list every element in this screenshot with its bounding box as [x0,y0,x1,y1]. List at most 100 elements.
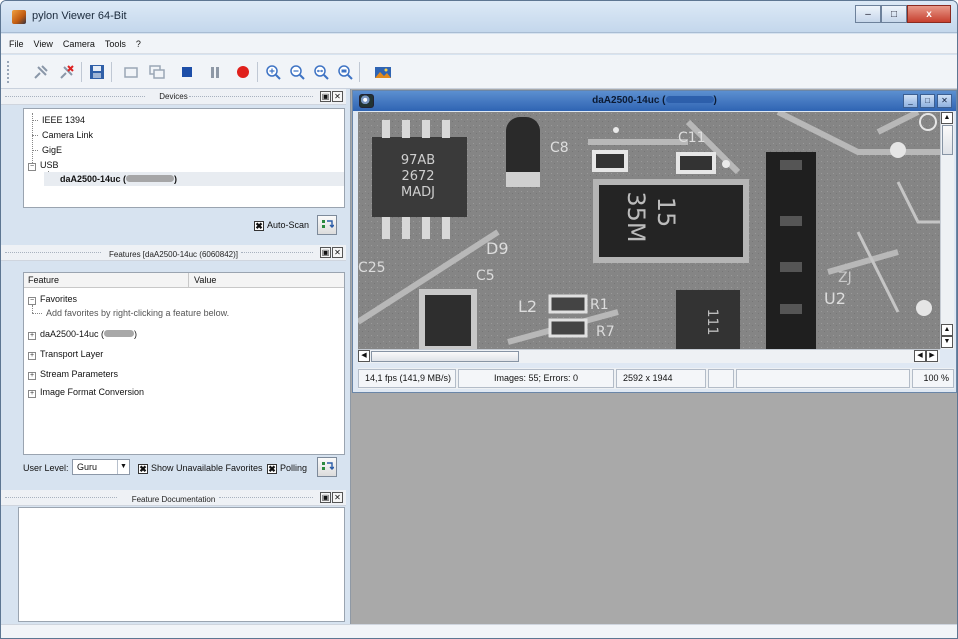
features-title: Features [daA2500-14uc (6060842)] [109,250,238,259]
image-title-prefix: daA2500-14uc ( [592,95,666,106]
image-vertical-scrollbar[interactable]: ▲ ▲ ▼ [940,112,954,349]
device-item-gige[interactable]: GigE [42,145,62,155]
device-item-usb[interactable]: − USB [28,160,59,171]
zoom-out-icon[interactable] [287,62,307,82]
image-window-icon[interactable] [373,62,393,82]
feature-group-stream-parameters[interactable]: + Stream Parameters [28,369,118,380]
auto-scan-checkbox[interactable]: ✖ Auto-Scan [254,220,309,231]
stream-parameters-label: Stream Parameters [40,369,119,379]
svg-text:97AB: 97AB [401,153,435,168]
zoom-status: 100 % [912,369,954,388]
device-item-camera[interactable]: daA2500-14uc () [60,174,177,184]
toolbar-grip[interactable] [7,61,11,83]
feature-tree-header: Feature Value [24,273,344,288]
feature-group-camera[interactable]: + daA2500-14uc () [28,329,137,340]
refresh-icon [322,462,334,470]
user-level-label: User Level: [23,463,69,473]
column-divider[interactable] [188,273,189,288]
scroll-up-icon[interactable]: ▲ [941,112,953,124]
polling-label: Polling [280,463,308,473]
menu-camera[interactable]: Camera [63,39,95,49]
devices-panel-title[interactable]: Devices ▣ ✕ [1,89,346,105]
tree-connector [32,305,33,313]
panel-buttons: ▣ ✕ [319,91,343,102]
close-panel-icon[interactable]: ✕ [332,91,343,102]
favorites-label: Favorites [40,294,78,304]
transport-layer-label: Transport Layer [40,349,104,359]
refresh-features-button[interactable] [317,457,337,477]
feature-group-transport-layer[interactable]: + Transport Layer [28,349,103,360]
scroll-right-icon[interactable]: ▶ [926,350,938,362]
connect-device-icon[interactable] [31,62,51,82]
continuous-shot-icon[interactable] [147,62,167,82]
main-status-bar [1,624,957,638]
record-icon[interactable] [233,62,253,82]
save-icon[interactable] [87,62,107,82]
camera-image[interactable]: 97AB 2672 MADJ C8 C11 15 35M D9 C25 C5 L… [358,112,940,349]
tree-connector [32,150,38,151]
minimize-button[interactable]: – [855,5,881,23]
device-item-camera-link[interactable]: Camera Link [42,130,93,140]
expand-icon[interactable]: + [28,352,36,360]
image-horizontal-scrollbar[interactable]: ◀ ◀ ▶ [358,349,940,363]
menu-file[interactable]: File [9,39,24,49]
expand-icon[interactable]: + [28,372,36,380]
menu-view[interactable]: View [34,39,53,49]
close-button[interactable]: x [907,5,951,23]
collapse-icon[interactable]: − [28,163,36,171]
expand-icon[interactable]: + [28,332,36,340]
image-close-button[interactable]: ✕ [937,94,952,108]
column-value[interactable]: Value [194,275,216,285]
svg-text:111: 111 [704,309,720,336]
scroll-down-icon[interactable]: ▼ [941,336,953,348]
resolution-status: 2592 x 1944 [616,369,706,388]
scroll-up-icon[interactable]: ▲ [941,324,953,336]
disconnect-device-icon[interactable] [57,62,77,82]
collapse-icon[interactable]: − [28,297,36,305]
horizontal-scroll-thumb[interactable] [371,351,519,362]
feature-group-image-format[interactable]: + Image Format Conversion [28,387,144,398]
float-panel-icon[interactable]: ▣ [320,492,331,503]
show-unavailable-checkbox[interactable]: ✖ Show Unavailable Favorites [138,463,263,474]
column-feature[interactable]: Feature [28,275,59,285]
vertical-scroll-thumb[interactable] [942,125,953,155]
auto-scan-check-icon: ✖ [254,221,264,231]
maximize-button[interactable]: □ [881,5,907,23]
float-panel-icon[interactable]: ▣ [320,247,331,258]
pause-icon[interactable] [205,62,225,82]
features-panel-title[interactable]: Features [daA2500-14uc (6060842)] ▣ ✕ [1,245,346,261]
status-field-empty [736,369,910,388]
image-window-titlebar[interactable]: daA2500-14uc () _ □ ✕ [353,91,956,111]
chevron-down-icon[interactable]: ▼ [117,460,129,474]
documentation-panel-title[interactable]: Feature Documentation ▣ ✕ [1,490,346,506]
rescan-devices-button[interactable] [317,215,337,235]
auto-scan-label: Auto-Scan [267,220,310,230]
polling-checkbox[interactable]: ✖ Polling [267,463,307,474]
toolbar-separator [111,62,112,82]
close-panel-icon[interactable]: ✕ [332,492,343,503]
zoom-100-icon[interactable] [335,62,355,82]
single-shot-icon[interactable] [121,62,141,82]
device-item-ieee1394[interactable]: IEEE 1394 [42,115,85,125]
user-level-select[interactable]: Guru ▼ [72,459,130,475]
image-minimize-button[interactable]: _ [903,94,918,108]
menu-tools[interactable]: Tools [105,39,126,49]
camera-name-prefix: daA2500-14uc ( [60,174,127,184]
feature-group-favorites[interactable]: − Favorites [28,294,77,305]
scroll-left-icon[interactable]: ◀ [358,350,370,362]
camera-suffix: ) [134,329,138,339]
svg-text:U2: U2 [824,289,846,308]
redacted-serial [126,175,175,182]
zoom-in-icon[interactable] [263,62,283,82]
feature-documentation-area [18,507,345,622]
float-panel-icon[interactable]: ▣ [320,91,331,102]
image-maximize-button[interactable]: □ [920,94,935,108]
svg-text:R1: R1 [590,297,609,313]
scroll-left-icon[interactable]: ◀ [914,350,926,362]
show-unavailable-label: Show Unavailable Favorites [151,463,263,473]
close-panel-icon[interactable]: ✕ [332,247,343,258]
menu-help[interactable]: ? [136,39,141,49]
stop-icon[interactable] [177,62,197,82]
fit-to-window-icon[interactable] [311,62,331,82]
expand-icon[interactable]: + [28,390,36,398]
